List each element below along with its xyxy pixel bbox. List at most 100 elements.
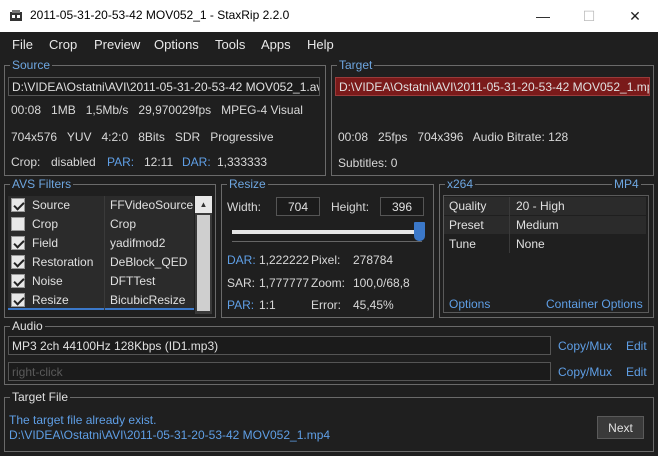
filter-row-source[interactable]: Source FFVideoSource [8, 196, 194, 215]
title-bar: 2011-05-31-20-53-42 MOV052_1 - StaxRip 2… [0, 0, 658, 32]
target-info: 00:08 25fps 704x396 Audio Bitrate: 128 [338, 130, 569, 144]
filter-source-name: Source [32, 198, 71, 212]
target-path-field[interactable]: D:\VIDEA\Ostatni\AVI\2011-05-31-20-53-42… [335, 77, 650, 96]
audio2-edit-link[interactable]: Edit [626, 365, 647, 379]
resize-slider-track[interactable] [232, 230, 422, 234]
container-options-link[interactable]: Container Options [546, 297, 643, 311]
column-divider [104, 234, 105, 253]
minimize-button[interactable]: — [520, 0, 566, 32]
filter-crop-value: Crop [110, 217, 137, 231]
filter-field-name: Field [32, 236, 59, 250]
target-label: Target [337, 58, 375, 72]
resize-pixel-label: Pixel: [311, 253, 341, 267]
filter-restoration-checkbox[interactable] [11, 255, 25, 269]
column-divider [104, 272, 105, 291]
resize-zoom-value: 100,0/68,8 [353, 276, 410, 290]
window-title: 2011-05-31-20-53-42 MOV052_1 - StaxRip 2… [30, 8, 290, 22]
source-dar-label[interactable]: DAR: [182, 155, 211, 169]
height-label: Height: [331, 200, 370, 214]
audio-track2-field[interactable]: right-click [8, 362, 551, 381]
source-crop-label: Crop: [11, 155, 41, 169]
width-input[interactable]: 704 [276, 197, 320, 216]
tune-row[interactable]: Tune None [444, 235, 646, 253]
source-crop-value: disabled [51, 155, 96, 169]
filter-field-value: yadifmod2 [110, 236, 166, 250]
column-divider [509, 197, 510, 253]
resize-par-value: 1:1 [259, 298, 276, 312]
resize-sar-value: 1,777777 [259, 276, 310, 290]
target-subtitles: Subtitles: 0 [338, 156, 398, 170]
audio1-copymux-link[interactable]: Copy/Mux [558, 339, 612, 353]
column-divider [104, 253, 105, 272]
menu-help[interactable]: Help [307, 37, 334, 52]
next-button[interactable]: Next [597, 416, 644, 439]
filter-resize-value: BicubicResize [110, 293, 186, 307]
menu-tools[interactable]: Tools [215, 37, 245, 52]
resize-label: Resize [227, 177, 268, 191]
audio-label: Audio [10, 319, 45, 333]
menu-file[interactable]: File [12, 37, 33, 52]
audio1-edit-link[interactable]: Edit [626, 339, 647, 353]
target-file-message: The target file already exist. [9, 413, 157, 427]
resize-error-label: Error: [311, 298, 341, 312]
resize-zoom-label: Zoom: [311, 276, 346, 290]
preset-row[interactable]: Preset Medium [444, 216, 646, 234]
quality-name: Quality [449, 199, 487, 213]
resize-sar-label: SAR: [227, 276, 256, 290]
filter-restoration-value: DeBlock_QED [110, 255, 188, 269]
filter-restoration-name: Restoration [32, 255, 94, 269]
source-info-line1: 00:08 1MB 1,5Mb/s 29,970029fps MPEG-4 Vi… [11, 103, 303, 117]
menu-crop[interactable]: Crop [49, 37, 77, 52]
staxrip-app-icon [10, 10, 22, 21]
scroll-up-icon[interactable]: ▲ [195, 196, 212, 213]
menu-preview[interactable]: Preview [94, 37, 140, 52]
filter-row-restoration[interactable]: Restoration DeBlock_QED [8, 253, 194, 272]
audio-track1-field[interactable]: MP3 2ch 44100Hz 128Kbps (ID1.mp3) [8, 336, 551, 355]
source-label: Source [10, 58, 53, 72]
menu-apps[interactable]: Apps [261, 37, 291, 52]
width-label: Width: [227, 200, 262, 214]
column-divider [104, 291, 105, 310]
source-par-value: 12:11 [144, 155, 174, 169]
resize-pixel-value: 278784 [353, 253, 394, 267]
source-par-label[interactable]: PAR: [107, 155, 134, 169]
filter-field-checkbox[interactable] [11, 236, 25, 250]
column-divider [104, 196, 105, 215]
menu-options[interactable]: Options [154, 37, 199, 52]
audio2-copymux-link[interactable]: Copy/Mux [558, 365, 612, 379]
filter-source-value: FFVideoSource [110, 198, 194, 212]
tune-value: None [516, 237, 545, 251]
filter-row-noise[interactable]: Noise DFTTest [8, 272, 194, 291]
resize-dar-value: 1,222222 [259, 253, 310, 267]
filter-row-field[interactable]: Field yadifmod2 [8, 234, 194, 253]
filter-noise-value: DFTTest [110, 274, 156, 288]
filter-source-checkbox[interactable] [11, 198, 25, 212]
filter-resize-checkbox[interactable] [11, 293, 25, 307]
avs-filters-label: AVS Filters [10, 177, 74, 191]
filter-resize-name: Resize [32, 293, 69, 307]
filter-noise-name: Noise [32, 274, 63, 288]
source-info-line2: 704x576 YUV 4:2:0 8Bits SDR Progressive [11, 130, 274, 144]
resize-error-value: 45,45% [353, 298, 394, 312]
quality-value: 20 - High [516, 199, 565, 213]
source-path-field[interactable]: D:\VIDEA\Ostatni\AVI\2011-05-31-20-53-42… [8, 77, 320, 96]
close-button[interactable]: ✕ [612, 0, 658, 32]
source-dar-value: 1,333333 [217, 155, 268, 169]
container-label[interactable]: MP4 [612, 177, 641, 191]
scrollbar-thumb[interactable] [197, 215, 210, 311]
resize-par-label[interactable]: PAR: [227, 298, 254, 312]
filter-crop-checkbox[interactable] [11, 217, 25, 231]
height-input[interactable]: 396 [380, 197, 424, 216]
filter-noise-checkbox[interactable] [11, 274, 25, 288]
preset-name: Preset [449, 218, 484, 232]
filter-row-crop[interactable]: Crop Crop [8, 215, 194, 234]
filter-row-resize[interactable]: Resize BicubicResize [8, 291, 194, 310]
encoder-options-link[interactable]: Options [449, 297, 490, 311]
resize-slider-ticks [232, 241, 422, 242]
target-file-path[interactable]: D:\VIDEA\Ostatni\AVI\2011-05-31-20-53-42… [9, 428, 330, 442]
resize-dar-label[interactable]: DAR: [227, 253, 256, 267]
encoder-label[interactable]: x264 [445, 177, 476, 191]
resize-slider-thumb[interactable] [414, 222, 425, 241]
quality-row[interactable]: Quality 20 - High [444, 197, 646, 215]
maximize-button[interactable]: ☐ [566, 0, 612, 32]
